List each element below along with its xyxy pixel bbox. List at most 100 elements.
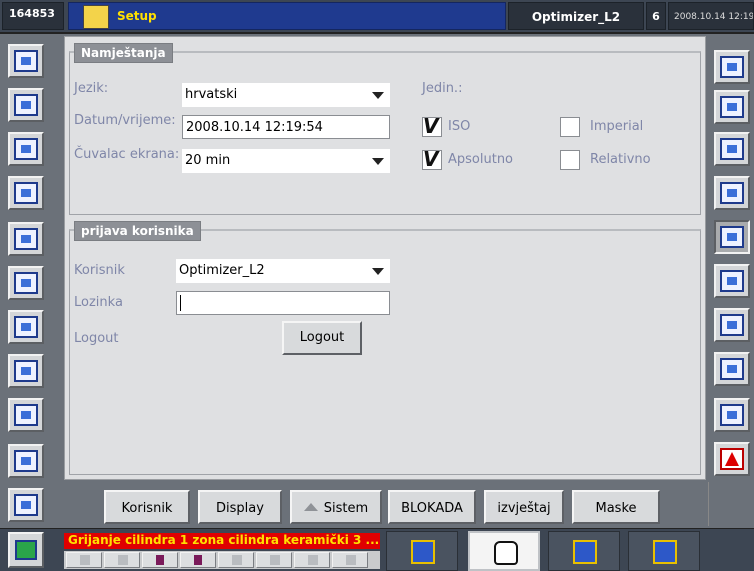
dataset-icon bbox=[720, 182, 744, 204]
ejector-button[interactable] bbox=[8, 176, 44, 210]
app-title: Setup bbox=[117, 9, 157, 23]
edit-button[interactable] bbox=[714, 264, 750, 298]
datetime-label: Datum/vrijeme: bbox=[74, 113, 176, 128]
tab-sistem[interactable]: Sistem bbox=[290, 490, 382, 524]
tab-display[interactable]: Display bbox=[198, 490, 282, 524]
report-icon bbox=[720, 358, 744, 380]
temperature-icon bbox=[14, 450, 38, 472]
printer-indicator bbox=[294, 552, 330, 568]
app-title-box: Setup bbox=[68, 2, 506, 30]
status-indicators bbox=[64, 551, 380, 569]
setup-mode-button[interactable] bbox=[386, 531, 458, 571]
iso-label: ISO bbox=[448, 119, 471, 134]
absolute-label: Apsolutno bbox=[448, 152, 514, 167]
semi-auto-button[interactable] bbox=[548, 531, 620, 571]
clamp-icon bbox=[14, 228, 38, 250]
motor-icon bbox=[80, 555, 90, 565]
setup-pen-icon bbox=[83, 5, 109, 29]
tab-maske[interactable]: Maske bbox=[572, 490, 660, 524]
chevron-down-icon bbox=[372, 158, 384, 165]
nozzle-button[interactable] bbox=[8, 310, 44, 344]
alarm-button[interactable] bbox=[714, 442, 750, 476]
imperial-checkbox[interactable] bbox=[560, 117, 580, 137]
user-label: Korisnik bbox=[74, 263, 125, 278]
graph-button[interactable] bbox=[8, 488, 44, 522]
setup-mode-icon bbox=[411, 540, 435, 564]
nozzle-icon bbox=[14, 316, 38, 338]
absolute-checkbox[interactable]: V bbox=[422, 147, 442, 171]
hopper-button[interactable] bbox=[8, 354, 44, 388]
tab-izvjestaj[interactable]: izvještaj bbox=[484, 490, 564, 524]
robot-button[interactable] bbox=[714, 90, 750, 124]
documents-button[interactable] bbox=[714, 132, 750, 166]
access-level: 6 bbox=[646, 2, 666, 30]
cycle-icon bbox=[232, 555, 242, 565]
machine-status-icon bbox=[15, 540, 37, 560]
user-select[interactable]: Optimizer_L2 bbox=[176, 259, 390, 283]
injection-forward-button[interactable] bbox=[8, 88, 44, 122]
plasticize-button[interactable] bbox=[8, 266, 44, 300]
auto-mode-button[interactable] bbox=[628, 531, 700, 571]
plasticize-icon bbox=[14, 272, 38, 294]
mold-open-icon bbox=[14, 50, 38, 72]
top-bar: 164853 Setup Optimizer_L2 6 2008.10.14 1… bbox=[0, 0, 754, 34]
language-select[interactable]: hrvatski bbox=[182, 83, 390, 107]
temperature-button[interactable] bbox=[8, 444, 44, 478]
check-mark-icon: V bbox=[423, 147, 439, 171]
triangle-up-icon bbox=[303, 503, 318, 511]
screensaver-select[interactable]: 20 min bbox=[182, 149, 390, 173]
documents-icon bbox=[720, 138, 744, 160]
logout-button[interactable]: Logout bbox=[282, 321, 362, 355]
iso-checkbox[interactable]: V bbox=[422, 114, 442, 138]
core-pull-icon bbox=[14, 404, 38, 426]
tab-korisnik[interactable]: Korisnik bbox=[104, 490, 190, 524]
semi-auto-icon bbox=[573, 540, 597, 564]
login-group-title: prijava korisnika bbox=[74, 221, 201, 241]
screensaver-label: Čuvalac ekrana: bbox=[74, 147, 180, 162]
clamp-button[interactable] bbox=[8, 222, 44, 256]
text-cursor bbox=[180, 295, 181, 311]
help-button[interactable] bbox=[714, 398, 750, 432]
heater-icon bbox=[118, 555, 128, 565]
injection-back-icon bbox=[14, 138, 38, 160]
temperature-indicator bbox=[142, 552, 178, 568]
core-pull-button[interactable] bbox=[8, 398, 44, 432]
temperature-icon bbox=[156, 555, 164, 565]
back-icon bbox=[720, 56, 744, 78]
language-value: hrvatski bbox=[185, 87, 238, 102]
datetime-field[interactable]: 2008.10.14 12:19:54 bbox=[182, 115, 390, 139]
mold-icon bbox=[194, 555, 202, 565]
language-label: Jezik: bbox=[74, 81, 109, 96]
alarm-icon bbox=[720, 448, 744, 470]
alarm-message[interactable]: Grijanje cilindra 1 zona cilindra kerami… bbox=[64, 533, 380, 549]
printer-icon bbox=[720, 226, 744, 248]
password-field[interactable] bbox=[176, 291, 390, 315]
injection-forward-icon bbox=[14, 94, 38, 116]
clock-icon bbox=[270, 555, 280, 565]
edit-icon bbox=[720, 270, 744, 292]
relative-checkbox[interactable] bbox=[560, 150, 580, 170]
machine-status-button[interactable] bbox=[8, 532, 44, 568]
imperial-label: Imperial bbox=[590, 119, 644, 134]
mold-indicator bbox=[180, 552, 216, 568]
screen: 164853 Setup Optimizer_L2 6 2008.10.14 1… bbox=[0, 0, 754, 571]
back-button[interactable] bbox=[714, 50, 750, 84]
relative-label: Relativno bbox=[590, 152, 651, 167]
dataset-button[interactable] bbox=[714, 176, 750, 210]
robot-icon bbox=[720, 96, 744, 118]
check-mark-icon: V bbox=[423, 114, 439, 138]
password-label: Lozinka bbox=[74, 295, 123, 310]
tab-blokada[interactable]: BLOKADA bbox=[388, 490, 476, 524]
settings-group-title: Namještanja bbox=[74, 43, 173, 63]
manual-mode-button[interactable] bbox=[468, 531, 540, 571]
cycle-indicator bbox=[218, 552, 254, 568]
report-button[interactable] bbox=[714, 352, 750, 386]
injection-back-button[interactable] bbox=[8, 132, 44, 166]
logout-label: Logout bbox=[74, 331, 119, 346]
pen-button[interactable] bbox=[714, 308, 750, 342]
mold-open-button[interactable] bbox=[8, 44, 44, 78]
printer-button[interactable] bbox=[714, 220, 750, 254]
hand-icon bbox=[494, 541, 518, 565]
machine-id: 164853 bbox=[2, 2, 64, 30]
hopper-icon bbox=[14, 360, 38, 382]
